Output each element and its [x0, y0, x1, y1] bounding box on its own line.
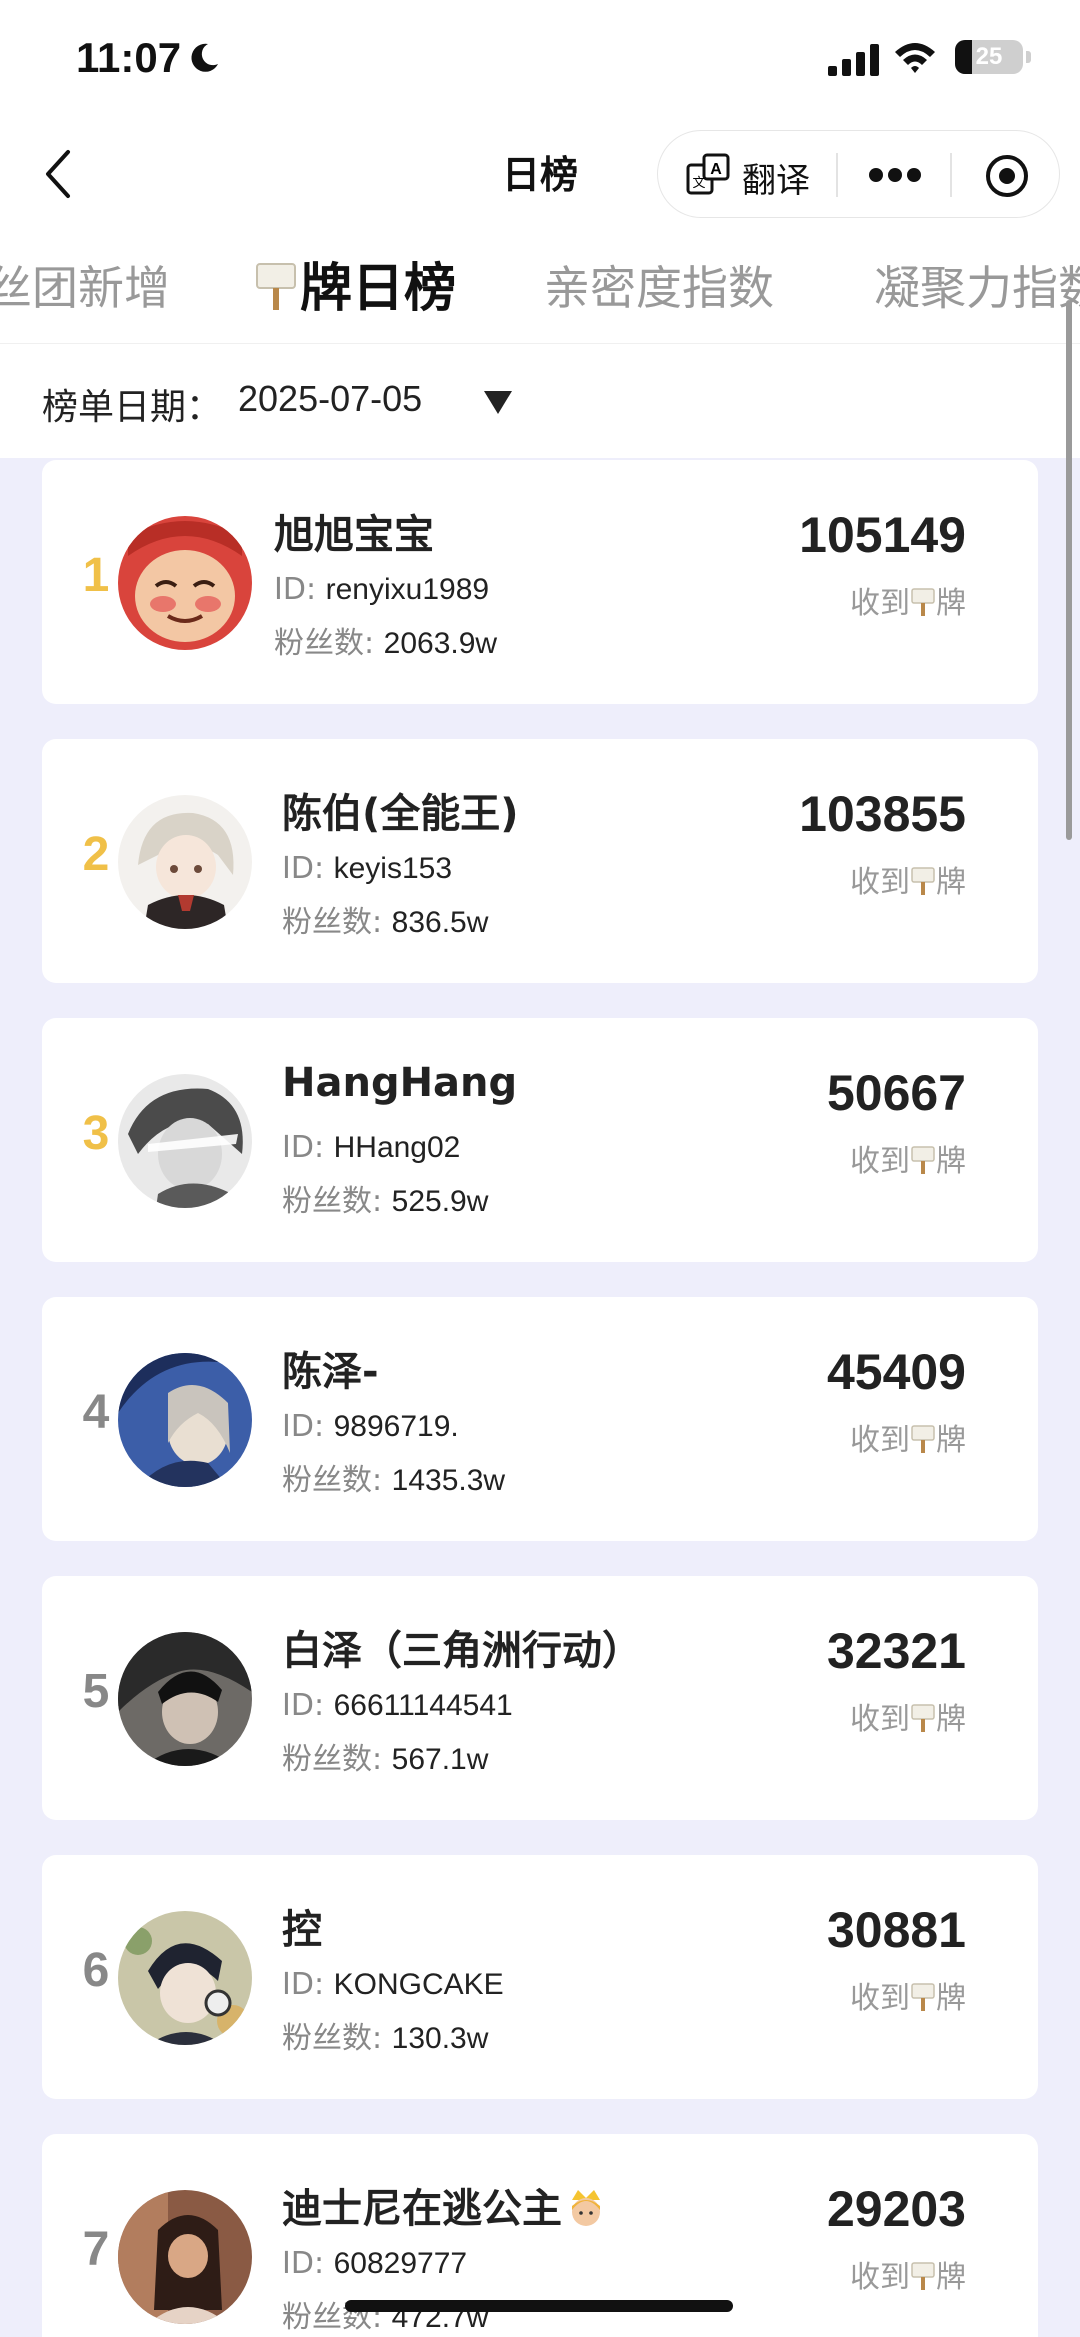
signal-icon [828, 44, 879, 76]
score-value: 30881 [826, 1902, 966, 1958]
avatar[interactable] [118, 1074, 252, 1208]
list-item[interactable]: 1 旭旭宝宝 ID: renyixu1989 粉丝数: 2063.9w 1051… [42, 460, 1038, 704]
list-item[interactable]: 3 HangHang ID: HHang02 粉丝数: 525.9w 50667… [42, 1018, 1038, 1262]
avatar[interactable] [118, 1911, 252, 2045]
capsule-menu: A 文 翻译 [657, 130, 1060, 218]
score-value: 45409 [826, 1344, 966, 1400]
user-id: ID: 66611144541 [282, 1688, 513, 1723]
received-label: 收到牌 [850, 1423, 966, 1458]
user-id: ID: 9896719. [282, 1409, 459, 1444]
date-label: 榜单日期： [42, 387, 223, 428]
user-name: 白泽（三角洲行动） [282, 1628, 642, 1674]
avatar[interactable] [118, 1353, 252, 1487]
svg-text:A: A [710, 161, 722, 178]
scrollbar[interactable] [1066, 300, 1072, 840]
tab-fans-new[interactable]: 丝团新增 [0, 252, 170, 318]
user-id: ID: 60829777 [282, 2246, 468, 2281]
list-item[interactable]: 5 白泽（三角洲行动） ID: 66611144541 粉丝数: 567.1w … [42, 1576, 1038, 1820]
list-item[interactable]: 6 控 ID: KONGCAKE 粉丝数: 130.3w 30881 收到牌 [42, 1855, 1038, 2099]
tab-bar: 丝团新增 牌日榜 亲密度指数 凝聚力指数 [0, 240, 1080, 344]
rank-number: 6 [82, 1944, 110, 1997]
tab-sign-daily[interactable]: 牌日榜 [254, 246, 456, 321]
fan-count: 粉丝数: 836.5w [282, 905, 489, 940]
fan-count: 粉丝数: 567.1w [282, 1742, 489, 1777]
tab-cohesion[interactable]: 凝聚力指数 [874, 252, 1080, 318]
date-selector[interactable]: 榜单日期： 2025-07-05 [0, 344, 1080, 458]
user-name: 旭旭宝宝 [274, 512, 434, 558]
fan-count: 粉丝数: 2063.9w [274, 626, 498, 661]
sign-icon [256, 263, 296, 310]
user-id: ID: renyixu1989 [274, 572, 490, 607]
date-value[interactable]: 2025-07-05 [238, 378, 422, 420]
received-label: 收到牌 [850, 586, 966, 621]
rank-number: 5 [82, 1665, 110, 1718]
rank-number: 1 [82, 549, 110, 602]
list-item[interactable]: 2 陈伯(全能王) ID: keyis153 粉丝数: 836.5w 10385… [42, 739, 1038, 983]
status-bar: 11:07 25 [0, 0, 1080, 110]
sign-icon [911, 2262, 935, 2290]
home-indicator[interactable] [345, 2300, 733, 2312]
score-value: 105149 [799, 507, 966, 563]
fan-count: 粉丝数: 525.9w [282, 1184, 489, 1219]
dropdown-icon[interactable] [482, 388, 514, 416]
score-value: 50667 [826, 1065, 966, 1121]
received-label: 收到牌 [850, 2260, 966, 2295]
wifi-icon [895, 43, 935, 73]
fan-count: 粉丝数: 130.3w [282, 2021, 489, 2056]
battery-level: 25 [975, 43, 1003, 70]
sign-icon [911, 1146, 935, 1174]
tab-intimacy[interactable]: 亲密度指数 [544, 252, 774, 318]
avatar[interactable] [118, 795, 252, 929]
list-item[interactable]: 4 陈泽- ID: 9896719. 粉丝数: 1435.3w 45409 收到… [42, 1297, 1038, 1541]
score-value: 29203 [826, 2181, 966, 2237]
rank-number: 7 [82, 2223, 110, 2276]
user-name: 控 [282, 1907, 322, 1953]
sign-icon [911, 1704, 935, 1732]
translate-icon[interactable]: A 文 [686, 153, 730, 197]
ranking-list: 1 旭旭宝宝 ID: renyixu1989 粉丝数: 2063.9w 1051… [0, 458, 1080, 2337]
avatar[interactable] [118, 2190, 252, 2324]
status-time: 11:07 [76, 34, 182, 81]
translate-button[interactable]: 翻译 [742, 153, 810, 202]
avatar[interactable] [118, 516, 252, 650]
sign-icon [911, 1983, 935, 2011]
user-name: HangHang [282, 1060, 518, 1106]
user-name: 陈伯(全能王) [282, 791, 519, 837]
page-title: 日榜 [501, 153, 578, 197]
user-name: 迪士尼在逃公主 [282, 2176, 606, 2234]
received-label: 收到牌 [850, 865, 966, 900]
sign-icon [911, 1425, 935, 1453]
avatar[interactable] [118, 1632, 252, 1766]
battery-indicator: 25 [955, 40, 1023, 74]
received-label: 收到牌 [850, 1702, 966, 1737]
score-value: 103855 [799, 786, 966, 842]
tab-sign-daily-label: 牌日榜 [300, 259, 457, 319]
user-id: ID: KONGCAKE [282, 1967, 504, 2002]
rank-number: 4 [82, 1386, 110, 1439]
back-icon[interactable] [40, 146, 80, 202]
user-id: ID: keyis153 [282, 851, 453, 886]
fan-count: 粉丝数: 1435.3w [282, 1463, 506, 1498]
princess-emoji-icon [572, 2190, 600, 2226]
user-id: ID: HHang02 [282, 1130, 461, 1165]
target-icon[interactable] [984, 153, 1030, 199]
rank-number: 3 [82, 1107, 110, 1160]
user-name: 陈泽- [282, 1349, 379, 1395]
rank-number: 2 [82, 828, 110, 881]
fan-count: 粉丝数: 472.7w [282, 2300, 489, 2335]
sign-icon [911, 867, 935, 895]
received-label: 收到牌 [850, 1981, 966, 2016]
svg-text:文: 文 [692, 176, 705, 191]
moon-icon [191, 43, 218, 72]
score-value: 32321 [826, 1623, 966, 1679]
received-label: 收到牌 [850, 1144, 966, 1179]
more-icon[interactable] [868, 167, 922, 183]
nav-bar: 日榜 A 文 翻译 [0, 110, 1080, 240]
sign-icon [911, 588, 935, 616]
